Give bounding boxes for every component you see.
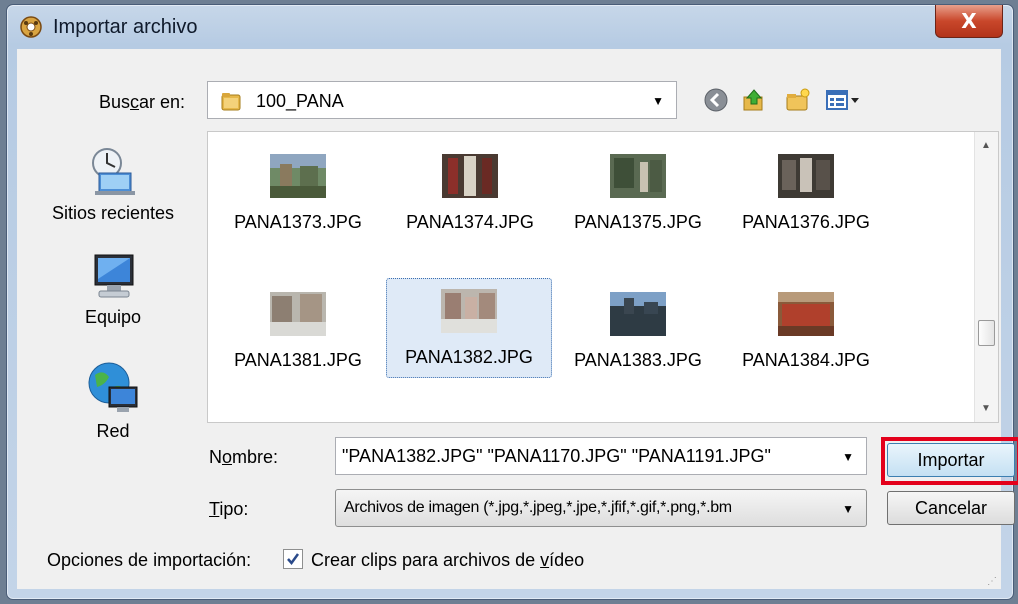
file-name: PANA1381.JPG: [234, 350, 362, 370]
image-thumbnail: [441, 289, 497, 333]
view-menu-icon: [826, 90, 859, 110]
image-thumbnail: [270, 292, 326, 336]
file-name: PANA1384.JPG: [742, 350, 870, 370]
file-item[interactable]: PANA1373.JPG: [218, 144, 378, 250]
cancel-button-label: Cancelar: [914, 498, 988, 518]
scroll-down-icon[interactable]: ▼: [981, 403, 991, 414]
file-name: PANA1376.JPG: [742, 212, 870, 232]
chevron-down-icon: ▼: [652, 94, 664, 108]
filename-input[interactable]: "PANA1382.JPG" "PANA1170.JPG" "PANA1191.…: [335, 437, 867, 475]
create-clips-checkbox[interactable]: [283, 549, 303, 569]
chevron-down-icon[interactable]: ▼: [842, 450, 854, 464]
look-in-dropdown[interactable]: 100_PANA ▼: [207, 81, 677, 119]
resize-grip-icon[interactable]: ⋰: [987, 576, 997, 587]
file-type-value: Archivos de imagen (*.jpg,*.jpeg,*.jpe,*…: [344, 499, 732, 516]
file-type-select[interactable]: Archivos de imagen (*.jpg,*.jpeg,*.jpe,*…: [335, 489, 867, 527]
import-button-highlight: [881, 437, 1018, 485]
file-item[interactable]: PANA1381.JPG: [218, 282, 378, 388]
place-label: Sitios recientes: [51, 203, 175, 223]
place-computer[interactable]: Equipo: [27, 251, 199, 328]
view-menu-button[interactable]: [825, 87, 865, 113]
file-item[interactable]: PANA1376.JPG: [726, 144, 886, 250]
image-thumbnail: [778, 154, 834, 198]
file-item[interactable]: PANA1374.JPG: [390, 144, 550, 250]
close-button[interactable]: X: [935, 5, 1003, 38]
scrollbar-thumb[interactable]: [978, 320, 995, 346]
dialog-body: Buscar en: 100_PANA ▼ Sitios recientes E…: [17, 49, 1018, 589]
image-thumbnail: [778, 292, 834, 336]
file-item[interactable]: PANA1384.JPG: [726, 282, 886, 388]
file-name: PANA1374.JPG: [406, 212, 534, 232]
image-thumbnail: [610, 154, 666, 198]
window-title: Importar archivo: [53, 16, 198, 38]
place-network[interactable]: Red: [27, 357, 199, 442]
app-icon: [20, 16, 42, 38]
computer-icon: [94, 254, 134, 298]
place-recent[interactable]: Sitios recientes: [27, 143, 199, 224]
checkmark-icon: [287, 553, 300, 566]
up-folder-icon[interactable]: [741, 87, 767, 113]
recent-places-icon: [92, 148, 135, 195]
place-label: Equipo: [84, 307, 142, 327]
current-folder: 100_PANA: [256, 91, 344, 111]
title-bar: Importar archivo X: [7, 5, 1013, 49]
vertical-scrollbar[interactable]: ▲ ▼: [974, 132, 998, 422]
file-list[interactable]: PANA1373.JPG PANA1374.JPG PANA1375.JPG P…: [207, 131, 999, 423]
folder-icon: [221, 93, 241, 111]
image-thumbnail: [270, 154, 326, 198]
file-item-selected[interactable]: PANA1382.JPG: [386, 278, 552, 378]
place-label: Red: [96, 421, 130, 441]
file-name: PANA1383.JPG: [574, 350, 702, 370]
new-folder-icon[interactable]: [785, 87, 811, 113]
file-name: PANA1373.JPG: [234, 212, 362, 232]
import-options-label: Opciones de importación:: [47, 550, 252, 570]
file-item[interactable]: PANA1375.JPG: [558, 144, 718, 250]
image-thumbnail: [442, 154, 498, 198]
name-label: Nombre:: [209, 447, 279, 467]
type-label: Tipo:: [209, 499, 249, 519]
create-clips-label[interactable]: Crear clips para archivos de vídeo: [311, 550, 584, 571]
network-globe-icon: [88, 362, 138, 412]
image-thumbnail: [610, 292, 666, 336]
import-dialog: Importar archivo X Buscar en: 100_PANA ▼: [6, 4, 1018, 600]
cancel-button[interactable]: Cancelar: [887, 491, 1015, 525]
scroll-up-icon[interactable]: ▲: [981, 140, 991, 151]
back-icon[interactable]: [703, 87, 729, 113]
close-icon: X: [961, 9, 977, 33]
look-in-label: Buscar en:: [99, 92, 186, 112]
file-name: PANA1375.JPG: [574, 212, 702, 232]
filename-value: "PANA1382.JPG" "PANA1170.JPG" "PANA1191.…: [342, 446, 771, 466]
chevron-down-icon: ▼: [842, 502, 854, 516]
file-item[interactable]: PANA1383.JPG: [558, 282, 718, 388]
places-bar: Sitios recientes Equipo Red: [27, 133, 199, 441]
file-name: PANA1382.JPG: [405, 347, 533, 367]
